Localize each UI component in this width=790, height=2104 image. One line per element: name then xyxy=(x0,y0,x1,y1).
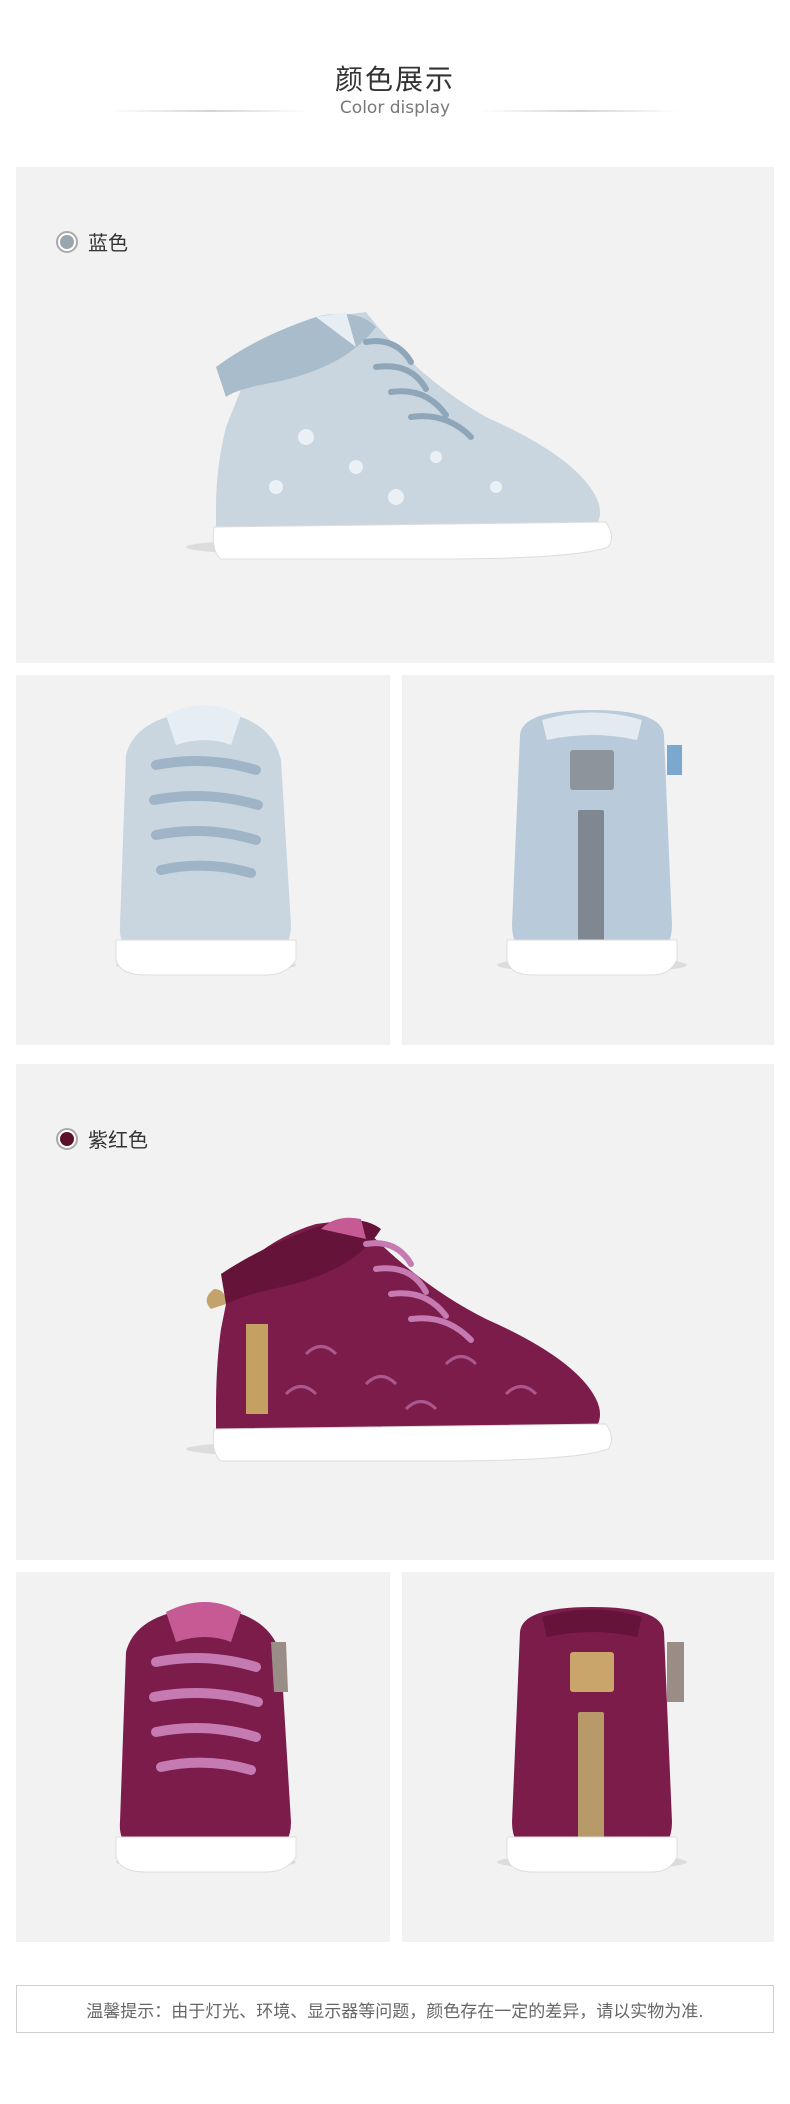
magenta-shoe-back-image xyxy=(497,1607,687,1873)
magenta-side-view-panel: 紫红色 xyxy=(16,1064,774,1560)
magenta-shoe-front-image xyxy=(115,1602,297,1873)
color-label-blue: 蓝色 xyxy=(88,231,128,255)
section-subtitle: Color display xyxy=(339,98,451,118)
blue-swatch-icon xyxy=(56,230,78,253)
magenta-swatch-icon xyxy=(56,1127,78,1150)
blue-shoe-front-image xyxy=(115,705,297,976)
color-option-blue[interactable]: 蓝色 xyxy=(56,227,128,256)
section-title: 颜色展示 xyxy=(334,63,455,96)
blue-back-view-panel xyxy=(402,675,774,1045)
magenta-back-view-panel xyxy=(402,1572,774,1942)
magenta-front-view-panel xyxy=(16,1572,390,1942)
blue-shoe-side-image xyxy=(186,312,612,560)
blue-shoe-back-image xyxy=(497,710,687,976)
color-label-magenta: 紫红色 xyxy=(88,1128,148,1152)
color-disclaimer-note: 温馨提示：由于灯光、环境、显示器等问题，颜色存在一定的差异，请以实物为准. xyxy=(16,1985,774,2033)
section-header: 颜色展示 Color display xyxy=(0,0,790,150)
color-option-magenta[interactable]: 紫红色 xyxy=(56,1124,148,1153)
blue-front-view-panel xyxy=(16,675,390,1045)
blue-side-view-panel: 蓝色 xyxy=(16,167,774,663)
